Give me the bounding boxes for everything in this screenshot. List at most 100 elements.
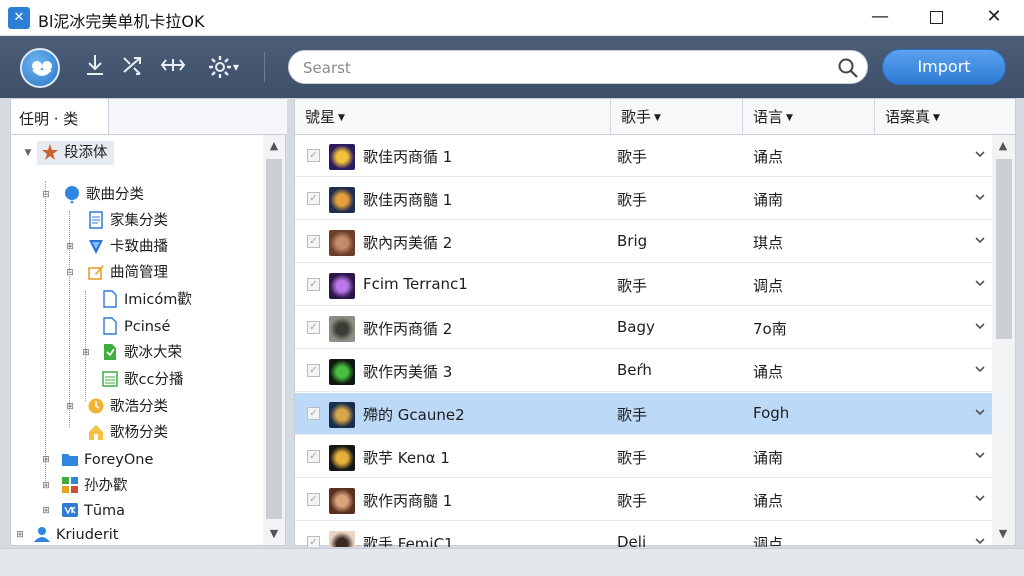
category-tree: ▼ 段添体 ⊟ 歌曲分类 家集分类 ⊞ 卡致曲播 ⊟ 曲简管理 Imicóm歡 … [11,135,261,547]
song-title: 歌作丙商髓 1 [363,492,453,510]
song-row[interactable]: ✓ 歌內丙美循 2 Brig 琪点 [295,221,992,263]
row-expand-icon[interactable] [973,276,987,290]
album-thumbnail [329,531,355,547]
tree-item[interactable]: 曲简管理 [87,261,168,285]
song-row[interactable]: ✓ Fcim Terranc1 歌手 调点 [295,264,992,306]
tree-item[interactable]: ForeyOne [61,448,153,472]
search-box [288,50,868,84]
song-language: Fogh [753,404,790,422]
minimize-button[interactable]: — [852,0,908,36]
scrollbar-thumb[interactable] [996,159,1012,339]
column-header-genre[interactable]: 语案真 ▼ [875,99,1015,135]
title-bar: ✕ Bl泥冰完美单机卡拉OK — ✕ [0,0,1024,36]
row-expand-icon[interactable] [973,491,987,505]
expand-icon[interactable]: ⊞ [65,242,75,252]
expand-icon[interactable]: ⊞ [65,402,75,412]
search-input[interactable] [303,57,823,79]
row-checkbox[interactable]: ✓ [307,235,320,248]
scroll-up-icon[interactable]: ▲ [992,135,1014,157]
tree-item[interactable]: 家集分类 [87,209,168,233]
maximize-button[interactable] [908,0,964,36]
row-checkbox[interactable]: ✓ [307,450,320,463]
expand-icon[interactable]: ⊞ [41,455,51,465]
scroll-up-icon[interactable]: ▲ [263,135,285,157]
expand-icon[interactable]: ⊟ [41,190,51,200]
song-artist: 歌手 [617,277,648,295]
row-expand-icon[interactable] [973,233,987,247]
clock-icon [88,398,104,414]
row-checkbox[interactable]: ✓ [307,364,320,377]
shuffle-button[interactable] [118,52,148,82]
song-row[interactable]: ✓ 歌作丙美循 3 Beŕh 诵点 [295,350,992,392]
column-header-artist[interactable]: 歌手 ▼ [611,99,743,135]
collapse-icon[interactable]: ▼ [23,148,33,158]
row-expand-icon[interactable] [973,534,987,547]
column-header-title[interactable]: 號星 ▼ [295,99,611,135]
song-row[interactable]: ✓ 殢的 Gcaune2 歌手 Fogh [295,393,992,435]
expand-icon[interactable]: ⊞ [15,530,25,540]
app-logo-button[interactable] [20,48,60,88]
column-label: 语言 [753,108,784,126]
song-row[interactable]: ✓ 歌作丙商髓 1 歌手 诵点 [295,479,992,521]
row-checkbox[interactable]: ✓ [307,149,320,162]
tree-item-label: ForeyOne [84,452,154,468]
expand-icon[interactable]: ⊞ [41,481,51,491]
row-checkbox[interactable]: ✓ [307,536,320,547]
song-row[interactable]: ✓ 歌佳丙商髓 1 歌手 诵南 [295,178,992,220]
tree-scrollbar[interactable]: ▲ ▼ [263,135,285,545]
download-button[interactable] [80,52,110,82]
swap-button[interactable] [158,52,188,82]
song-language: 调点 [753,277,784,295]
tree-item[interactable]: 歌cc分播 [101,368,183,392]
import-button[interactable]: Import [882,49,1006,85]
scroll-down-icon[interactable]: ▼ [263,523,285,545]
tree-item[interactable]: 歌浩分类 [87,395,168,419]
tree-item-label: 歌曲分类 [86,187,144,203]
list-scrollbar[interactable]: ▲ ▼ [992,135,1015,545]
swap-arrows-icon [160,59,186,71]
tree-item-label: Kriuderit [56,527,119,543]
category-tab[interactable]: 任明 · 类 [11,99,109,135]
row-checkbox[interactable]: ✓ [307,321,320,334]
tree-item-label: Pcinsé [124,319,171,335]
tree-item-root[interactable]: 段添体 [37,141,114,165]
row-expand-icon[interactable] [973,319,987,333]
row-expand-icon[interactable] [973,448,987,462]
tree-item[interactable]: 歌杨分类 [87,421,168,445]
row-checkbox[interactable]: ✓ [307,493,320,506]
settings-menu-button[interactable]: ▾ [198,52,248,82]
close-button[interactable]: ✕ [966,0,1022,36]
tree-item[interactable]: Kriuderit [33,523,119,547]
tree-item[interactable]: 卡致曲播 [87,235,168,259]
tree-item[interactable]: 孙办歡 [61,474,128,498]
green-file-icon [104,344,116,360]
row-expand-icon[interactable] [973,190,987,204]
tree-item[interactable]: 歌冰大荣 [101,341,182,365]
tree-item[interactable]: Imicóm歡 [101,288,192,312]
row-expand-icon[interactable] [973,362,987,376]
expand-icon[interactable]: ⊞ [81,348,91,358]
song-artist: Beŕh [617,361,652,379]
song-artist: 歌手 [617,449,648,467]
row-checkbox[interactable]: ✓ [307,192,320,205]
song-row[interactable]: ✓ 歌手 FemiC1 Deli 调点 [295,522,992,547]
song-title: 歌手 FemiC1 [363,535,454,547]
row-checkbox[interactable]: ✓ [307,278,320,291]
tree-item-song-category[interactable]: 歌曲分类 [63,183,144,207]
column-header-language[interactable]: 语言 ▼ [743,99,875,135]
expand-icon[interactable]: ⊞ [41,506,51,516]
tree-item[interactable]: Tūma [61,499,125,523]
row-checkbox[interactable]: ✓ [307,407,320,420]
song-row[interactable]: ✓ 歌芋 Kenα 1 歌手 诵南 [295,436,992,478]
song-row[interactable]: ✓ 歌作丙商循 2 Bagу 7o南 [295,307,992,349]
scroll-down-icon[interactable]: ▼ [992,523,1014,545]
scrollbar-thumb[interactable] [266,159,282,519]
row-expand-icon[interactable] [973,147,987,161]
edit-icon [88,265,104,280]
row-expand-icon[interactable] [973,405,987,419]
category-panel: 任明 · 类 ▼ 段添体 ⊟ 歌曲分类 家集分类 ⊞ 卡致曲播 ⊟ 曲简管理 I… [10,98,287,547]
song-row[interactable]: ✓ 歌佳丙商循 1 歌手 诵点 [295,135,992,177]
search-icon[interactable] [837,57,859,79]
tree-item[interactable]: Pcinsé [101,315,170,339]
expand-icon[interactable]: ⊟ [65,268,75,278]
